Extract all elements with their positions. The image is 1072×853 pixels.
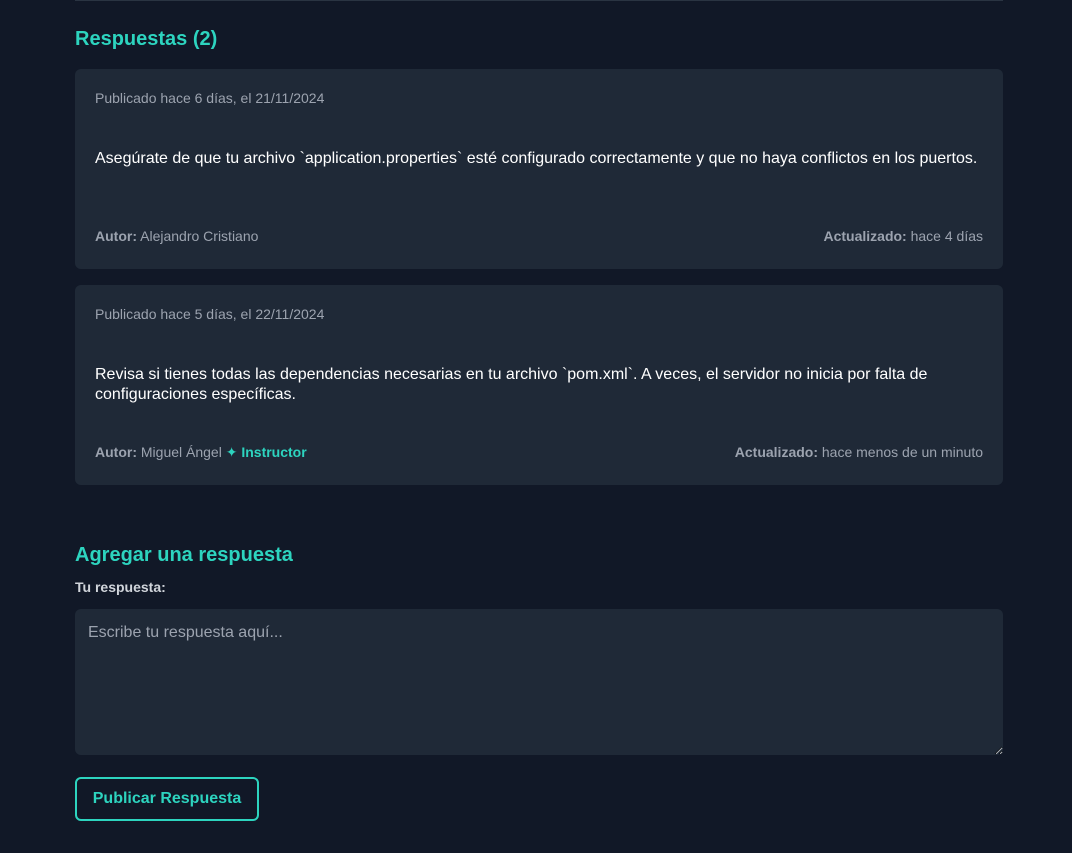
author-name: Alejandro Cristiano — [140, 228, 259, 244]
reply-textarea[interactable] — [75, 609, 1003, 755]
previous-card-edge — [75, 0, 1003, 1]
reply-updated: Actualizado: hace menos de un minuto — [735, 444, 983, 461]
author-name: Miguel Ángel — [140, 444, 222, 460]
author-label: Autor: — [95, 228, 137, 244]
add-reply-heading: Agregar una respuesta — [75, 544, 293, 566]
instructor-badge: ✦ Instructor — [225, 444, 307, 460]
reply-meta: Autor: Alejandro Cristiano Actualizado: … — [95, 228, 983, 244]
reply-published-date: Publicado hace 6 días, el 21/11/2024 — [95, 90, 325, 106]
reply-card: Publicado hace 5 días, el 22/11/2024 Rev… — [75, 285, 1003, 485]
updated-label: Actualizado: — [734, 444, 818, 460]
reply-meta: Autor: Miguel Ángel ✦ Instructor Actuali… — [95, 444, 983, 461]
reply-published-date: Publicado hace 5 días, el 22/11/2024 — [95, 306, 325, 322]
responses-heading: Respuestas (2) — [75, 28, 218, 50]
reply-updated: Actualizado: hace 4 días — [823, 228, 983, 244]
publish-reply-button[interactable]: Publicar Respuesta — [75, 777, 259, 821]
reply-author: Autor: Alejandro Cristiano — [95, 228, 258, 244]
updated-value: hace menos de un minuto — [821, 444, 983, 460]
updated-value: hace 4 días — [910, 228, 983, 244]
author-label: Autor: — [95, 444, 137, 460]
reply-body: Asegúrate de que tu archivo `application… — [95, 150, 978, 167]
reply-author: Autor: Miguel Ángel ✦ Instructor — [95, 444, 307, 461]
reply-body: Revisa si tienes todas las dependencias … — [95, 366, 928, 403]
updated-label: Actualizado: — [823, 228, 907, 244]
reply-card: Publicado hace 6 días, el 21/11/2024 Ase… — [75, 69, 1003, 269]
reply-field-label: Tu respuesta: — [75, 579, 166, 595]
